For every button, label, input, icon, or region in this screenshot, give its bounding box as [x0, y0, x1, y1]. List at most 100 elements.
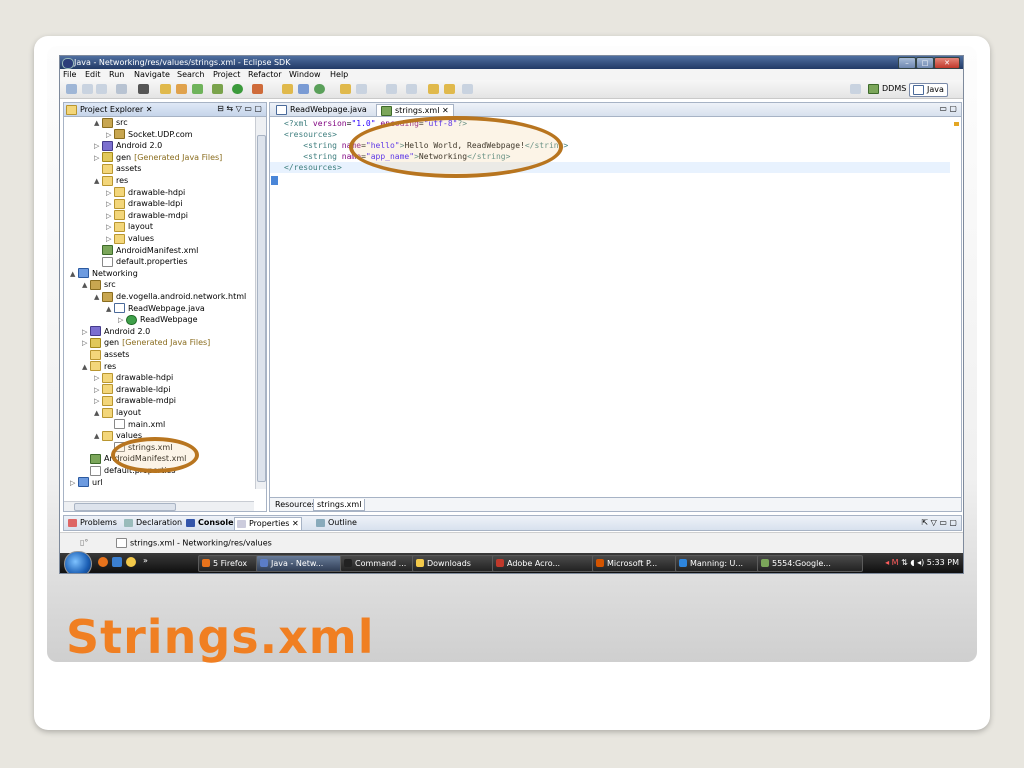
- menu-project[interactable]: Project: [213, 70, 240, 79]
- menu-file[interactable]: File: [63, 70, 76, 79]
- menu-help[interactable]: Help: [330, 70, 348, 79]
- tree-item[interactable]: ▷ gen [Generated Java Files]: [94, 152, 222, 163]
- tree-item[interactable]: ▷ Android 2.0: [82, 326, 150, 337]
- tree-twisty-icon[interactable]: ▷: [70, 478, 78, 489]
- tree-twisty-icon[interactable]: ▷: [106, 234, 114, 245]
- tree-twisty-icon[interactable]: ▷: [94, 396, 102, 407]
- tree-twisty-icon[interactable]: ▷: [118, 315, 126, 326]
- tree-item[interactable]: ▲ ReadWebpage.java: [106, 303, 205, 314]
- search-icon[interactable]: [356, 84, 367, 94]
- tree-twisty-icon[interactable]: ▷: [106, 211, 114, 222]
- taskbar-button[interactable]: Adobe Acro...: [492, 555, 608, 572]
- tab-declaration[interactable]: Declaration: [122, 517, 184, 529]
- back-icon[interactable]: [444, 84, 455, 94]
- menu-search[interactable]: Search: [177, 70, 204, 79]
- tree-item[interactable]: default.properties: [94, 256, 188, 267]
- tree-twisty-icon[interactable]: ▷: [94, 153, 102, 164]
- tree-item[interactable]: ▲ res: [82, 361, 116, 372]
- tree-twisty-icon[interactable]: ▷: [82, 338, 90, 349]
- save-icon[interactable]: [82, 84, 93, 94]
- tab-strings-xml[interactable]: strings.xml ✕: [376, 104, 454, 116]
- panel-minmax-icon[interactable]: ⇱ ▽ ▭ ▢: [921, 518, 957, 527]
- tree-scroll-thumb[interactable]: [257, 135, 266, 482]
- next-annotation-icon[interactable]: [386, 84, 397, 94]
- tree-vertical-scrollbar[interactable]: [255, 117, 266, 489]
- tree-item[interactable]: ▷ drawable-hdpi: [94, 372, 173, 383]
- android-sdk-icon[interactable]: [192, 84, 203, 94]
- start-button[interactable]: [64, 551, 92, 573]
- last-edit-icon[interactable]: [428, 84, 439, 94]
- tree-twisty-icon[interactable]: ▷: [82, 327, 90, 338]
- close-button[interactable]: ✕: [934, 57, 960, 69]
- open-folder-icon[interactable]: [160, 84, 171, 94]
- warning-marker[interactable]: [954, 122, 959, 126]
- tree-item[interactable]: ▷ gen [Generated Java Files]: [82, 337, 210, 348]
- tree-twisty-icon[interactable]: ▲: [82, 280, 90, 291]
- tree-item[interactable]: ▷ ReadWebpage: [118, 314, 198, 325]
- open-perspective-icon[interactable]: [850, 84, 861, 94]
- menu-refactor[interactable]: Refactor: [248, 70, 282, 79]
- tree-item[interactable]: AndroidManifest.xml: [94, 245, 198, 256]
- tree-hscroll-thumb[interactable]: [74, 503, 176, 511]
- tab-readwebpage-java[interactable]: ReadWebpage.java: [272, 104, 371, 115]
- tree-twisty-icon[interactable]: ▷: [106, 199, 114, 210]
- tree-item[interactable]: ▷ drawable-mdpi: [94, 395, 176, 406]
- menu-navigate[interactable]: Navigate: [134, 70, 170, 79]
- tree-item[interactable]: ▷ url: [70, 477, 103, 488]
- tree-item[interactable]: ▲ de.vogella.android.network.html: [94, 291, 246, 302]
- new-interface-icon[interactable]: [314, 84, 325, 94]
- new-icon[interactable]: [66, 84, 77, 94]
- external-tools-icon[interactable]: [252, 84, 263, 94]
- fast-view-icon[interactable]: ▯°: [80, 538, 88, 547]
- tab-problems[interactable]: Problems: [66, 517, 119, 529]
- new-java-icon[interactable]: [176, 84, 187, 94]
- gmail-tray-icon[interactable]: ◂ M: [885, 558, 898, 567]
- minimize-button[interactable]: –: [898, 57, 916, 69]
- tree-item[interactable]: ▲ res: [94, 175, 128, 186]
- tree-twisty-icon[interactable]: ▲: [94, 431, 102, 442]
- network-tray-icon[interactable]: ⇅ ◖ ◂): [901, 558, 924, 567]
- tree-twisty-icon[interactable]: ▲: [94, 408, 102, 419]
- tree-twisty-icon[interactable]: ▲: [94, 176, 102, 187]
- open-type-icon[interactable]: [340, 84, 351, 94]
- previous-annotation-icon[interactable]: [406, 84, 417, 94]
- quicklaunch-more-icon[interactable]: »: [143, 556, 148, 565]
- tree-item[interactable]: ▲ layout: [94, 407, 141, 418]
- tree-item[interactable]: assets: [82, 349, 129, 360]
- debug-icon[interactable]: [212, 84, 223, 94]
- media-quicklaunch-icon[interactable]: [112, 557, 122, 567]
- tree-item[interactable]: ▲ Networking: [70, 268, 138, 279]
- tree-item[interactable]: ▷ drawable-mdpi: [106, 210, 188, 221]
- tree-item[interactable]: ▷ values: [106, 233, 154, 244]
- tree-twisty-icon[interactable]: ▲: [70, 269, 78, 280]
- tab-console[interactable]: Console: [184, 517, 236, 529]
- print-icon[interactable]: [96, 84, 107, 94]
- tree-twisty-icon[interactable]: ▲: [94, 118, 102, 129]
- menu-window[interactable]: Window: [289, 70, 321, 79]
- perspective-java[interactable]: Java: [909, 83, 948, 97]
- menu-run[interactable]: Run: [109, 70, 124, 79]
- tree-twisty-icon[interactable]: ▷: [94, 141, 102, 152]
- tree-twisty-icon[interactable]: ▷: [94, 385, 102, 396]
- project-explorer-tab[interactable]: Project Explorer ✕: [66, 104, 152, 115]
- tree-item[interactable]: ▷ drawable-ldpi: [94, 384, 170, 395]
- tree-item[interactable]: ▲ src: [94, 117, 128, 128]
- android-device-icon[interactable]: [138, 84, 149, 94]
- taskbar-button[interactable]: 5554:Google...: [757, 555, 863, 572]
- forward-icon[interactable]: [462, 84, 473, 94]
- tab-outline[interactable]: Outline: [314, 517, 359, 529]
- tree-twisty-icon[interactable]: ▷: [106, 188, 114, 199]
- run-icon[interactable]: [232, 84, 243, 94]
- tree-twisty-icon[interactable]: ▲: [94, 292, 102, 303]
- tree-item[interactable]: ▷ layout: [106, 221, 153, 232]
- tree-item[interactable]: ▷ drawable-hdpi: [106, 187, 185, 198]
- tree-item[interactable]: ▷ Socket.UDP.com: [106, 129, 193, 140]
- firefox-quicklaunch-icon[interactable]: [98, 557, 108, 567]
- tree-twisty-icon[interactable]: ▷: [106, 222, 114, 233]
- tree-twisty-icon[interactable]: ▲: [82, 362, 90, 373]
- perspective-ddms[interactable]: DDMS: [868, 83, 906, 95]
- tree-item[interactable]: ▷ Android 2.0: [94, 140, 162, 151]
- new-class-icon[interactable]: [298, 84, 309, 94]
- tree-twisty-icon[interactable]: ▷: [106, 130, 114, 141]
- tree-item[interactable]: main.xml: [106, 419, 165, 430]
